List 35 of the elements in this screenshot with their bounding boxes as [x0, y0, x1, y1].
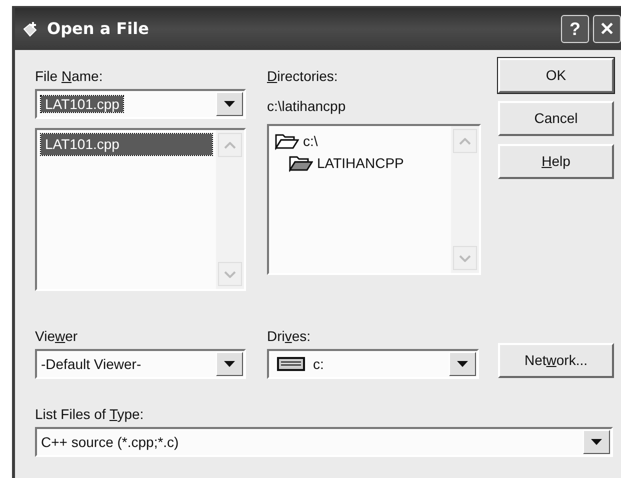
chevron-down-icon	[224, 270, 236, 278]
help-button[interactable]: ?	[561, 15, 589, 43]
dialog-button[interactable]: Help	[498, 144, 614, 179]
dropdown-button[interactable]	[449, 352, 476, 376]
file-name-field[interactable]: LAT101.cpp	[35, 89, 246, 119]
directory-item[interactable]: LATIHANCPP	[317, 152, 404, 174]
open-folder-icon	[275, 132, 299, 150]
chevron-up-icon	[459, 138, 471, 144]
drives-dropdown[interactable]: c:	[267, 349, 479, 379]
network-button[interactable]: Network...	[498, 343, 614, 378]
viewer-dropdown[interactable]: -Default Viewer-	[35, 349, 246, 379]
file-type-label: List Files of Type:	[35, 405, 145, 423]
dropdown-arrow-icon	[457, 361, 468, 367]
close-button[interactable]: ✕	[593, 15, 621, 43]
dropdown-arrow-icon	[591, 439, 602, 445]
dropdown-button[interactable]	[583, 430, 610, 454]
open-folder-icon	[289, 154, 313, 172]
drives-label: Drives:	[267, 327, 312, 345]
dropdown-button[interactable]	[216, 352, 243, 376]
file-type-dropdown[interactable]: C++ source (*.cpp;*.c)	[35, 427, 613, 457]
drive-icon	[277, 357, 305, 371]
dropdown-button[interactable]	[216, 92, 243, 116]
viewer-label: Viewer	[35, 327, 79, 345]
dropdown-arrow-icon	[224, 101, 235, 107]
directory-path: c:\latihancpp	[267, 97, 347, 115]
chevron-up-icon	[224, 142, 236, 148]
directory-item[interactable]: c:\	[303, 130, 318, 152]
directories-label: Directories:	[267, 67, 339, 85]
chevron-down-icon	[459, 254, 471, 262]
window-title: Open a File	[47, 18, 149, 40]
file-item[interactable]: LAT101.cpp	[41, 134, 212, 155]
file-name-label: File Name:	[35, 67, 104, 85]
dialog-button[interactable]: OK	[498, 58, 614, 93]
dialog-button[interactable]: Cancel	[498, 101, 614, 136]
dropdown-arrow-icon	[224, 361, 235, 367]
